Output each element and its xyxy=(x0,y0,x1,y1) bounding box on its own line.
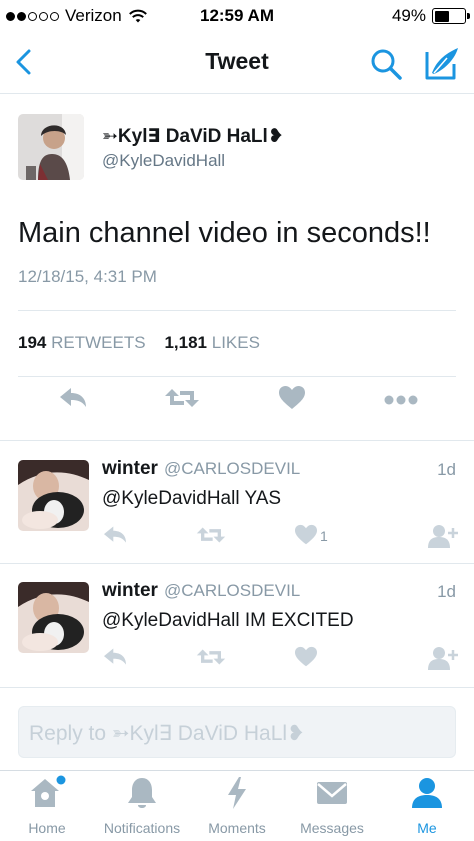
like-heart-icon[interactable] xyxy=(294,524,318,551)
status-bar: Verizon 12:59 AM 49% xyxy=(0,0,474,34)
tweet-timestamp: 12/18/15, 4:31 PM xyxy=(18,267,157,286)
retweet-icon[interactable] xyxy=(196,524,226,551)
reply-username[interactable]: winter @CARLOSDEVIL xyxy=(102,580,300,602)
author-name[interactable]: ➳Kyl∃ DaViD HaLl❥ xyxy=(102,125,284,148)
author-avatar[interactable] xyxy=(18,114,84,180)
retweets-label[interactable]: RETWEETS xyxy=(51,333,145,352)
battery-icon xyxy=(432,8,470,24)
reply-display-name[interactable]: winter xyxy=(102,458,158,479)
bell-icon xyxy=(128,778,156,808)
reply-age: 1d xyxy=(437,460,456,479)
reply-text: @KyleDavidHall IM EXCITED xyxy=(102,610,354,631)
reply-avatar[interactable] xyxy=(18,460,89,531)
reply-display-name[interactable]: winter xyxy=(102,580,158,601)
tweet-stats: 194 RETWEETS 1,181 LIKES xyxy=(18,333,260,353)
divider xyxy=(18,310,456,311)
reply-handle[interactable]: @CARLOSDEVIL xyxy=(164,581,300,600)
tab-moments[interactable]: Moments xyxy=(187,775,287,836)
tweet-actions xyxy=(0,385,474,425)
envelope-icon xyxy=(317,782,347,804)
battery-percent: 49% xyxy=(391,6,426,25)
tab-bar: Home Notifications Moments Messages Me xyxy=(0,770,474,841)
like-heart-icon[interactable] xyxy=(278,385,306,416)
compose-icon[interactable] xyxy=(422,44,462,82)
tab-label: Messages xyxy=(300,820,364,836)
reply-icon[interactable] xyxy=(102,524,128,551)
reply-age: 1d xyxy=(437,582,456,601)
follow-user-icon[interactable] xyxy=(428,524,458,553)
reply-item[interactable]: winter @CARLOSDEVIL 1d @KyleDavidHall YAS… xyxy=(0,442,474,564)
battery-info: 49% xyxy=(391,6,470,26)
home-icon xyxy=(31,775,66,807)
person-icon xyxy=(412,778,442,808)
reply-handle[interactable]: @CARLOSDEVIL xyxy=(164,459,300,478)
reply-compose-field[interactable]: Reply to ➳Kyl∃ DaViD HaLl❥ xyxy=(18,706,456,758)
reply-icon[interactable] xyxy=(58,385,88,416)
retweet-icon[interactable] xyxy=(164,385,200,416)
retweets-count[interactable]: 194 xyxy=(18,333,46,352)
tab-home[interactable]: Home xyxy=(0,775,97,836)
tab-me[interactable]: Me xyxy=(377,775,474,836)
divider xyxy=(18,376,456,377)
reply-placeholder: Reply to ➳Kyl∃ DaViD HaLl❥ xyxy=(29,722,305,745)
like-count: 1 xyxy=(320,528,328,544)
reply-item[interactable]: winter @CARLOSDEVIL 1d @KyleDavidHall IM … xyxy=(0,564,474,688)
like-heart-icon[interactable] xyxy=(294,646,318,673)
likes-label[interactable]: LIKES xyxy=(212,333,260,352)
more-options-icon[interactable] xyxy=(384,393,418,411)
follow-user-icon[interactable] xyxy=(428,646,458,675)
tab-label: Me xyxy=(417,820,437,836)
lightning-icon xyxy=(228,777,246,809)
search-icon[interactable] xyxy=(368,46,404,82)
reply-text: @KyleDavidHall YAS xyxy=(102,488,282,509)
tab-label: Notifications xyxy=(103,820,181,836)
tab-label: Moments xyxy=(208,820,266,836)
tweet-text: Main channel video in seconds!! xyxy=(18,217,431,249)
reply-icon[interactable] xyxy=(102,646,128,673)
tab-label: Home xyxy=(28,820,66,836)
tab-messages[interactable]: Messages xyxy=(282,775,382,836)
retweet-icon[interactable] xyxy=(196,646,226,673)
tab-notifications[interactable]: Notifications xyxy=(92,775,192,836)
nav-bar: Tweet xyxy=(0,34,474,94)
reply-username[interactable]: winter @CARLOSDEVIL xyxy=(102,458,300,480)
reply-avatar[interactable] xyxy=(18,582,89,653)
likes-count[interactable]: 1,181 xyxy=(164,333,207,352)
author-handle[interactable]: @KyleDavidHall xyxy=(102,151,225,171)
tweet-detail: ➳Kyl∃ DaViD HaLl❥ @KyleDavidHall Main ch… xyxy=(0,95,474,441)
